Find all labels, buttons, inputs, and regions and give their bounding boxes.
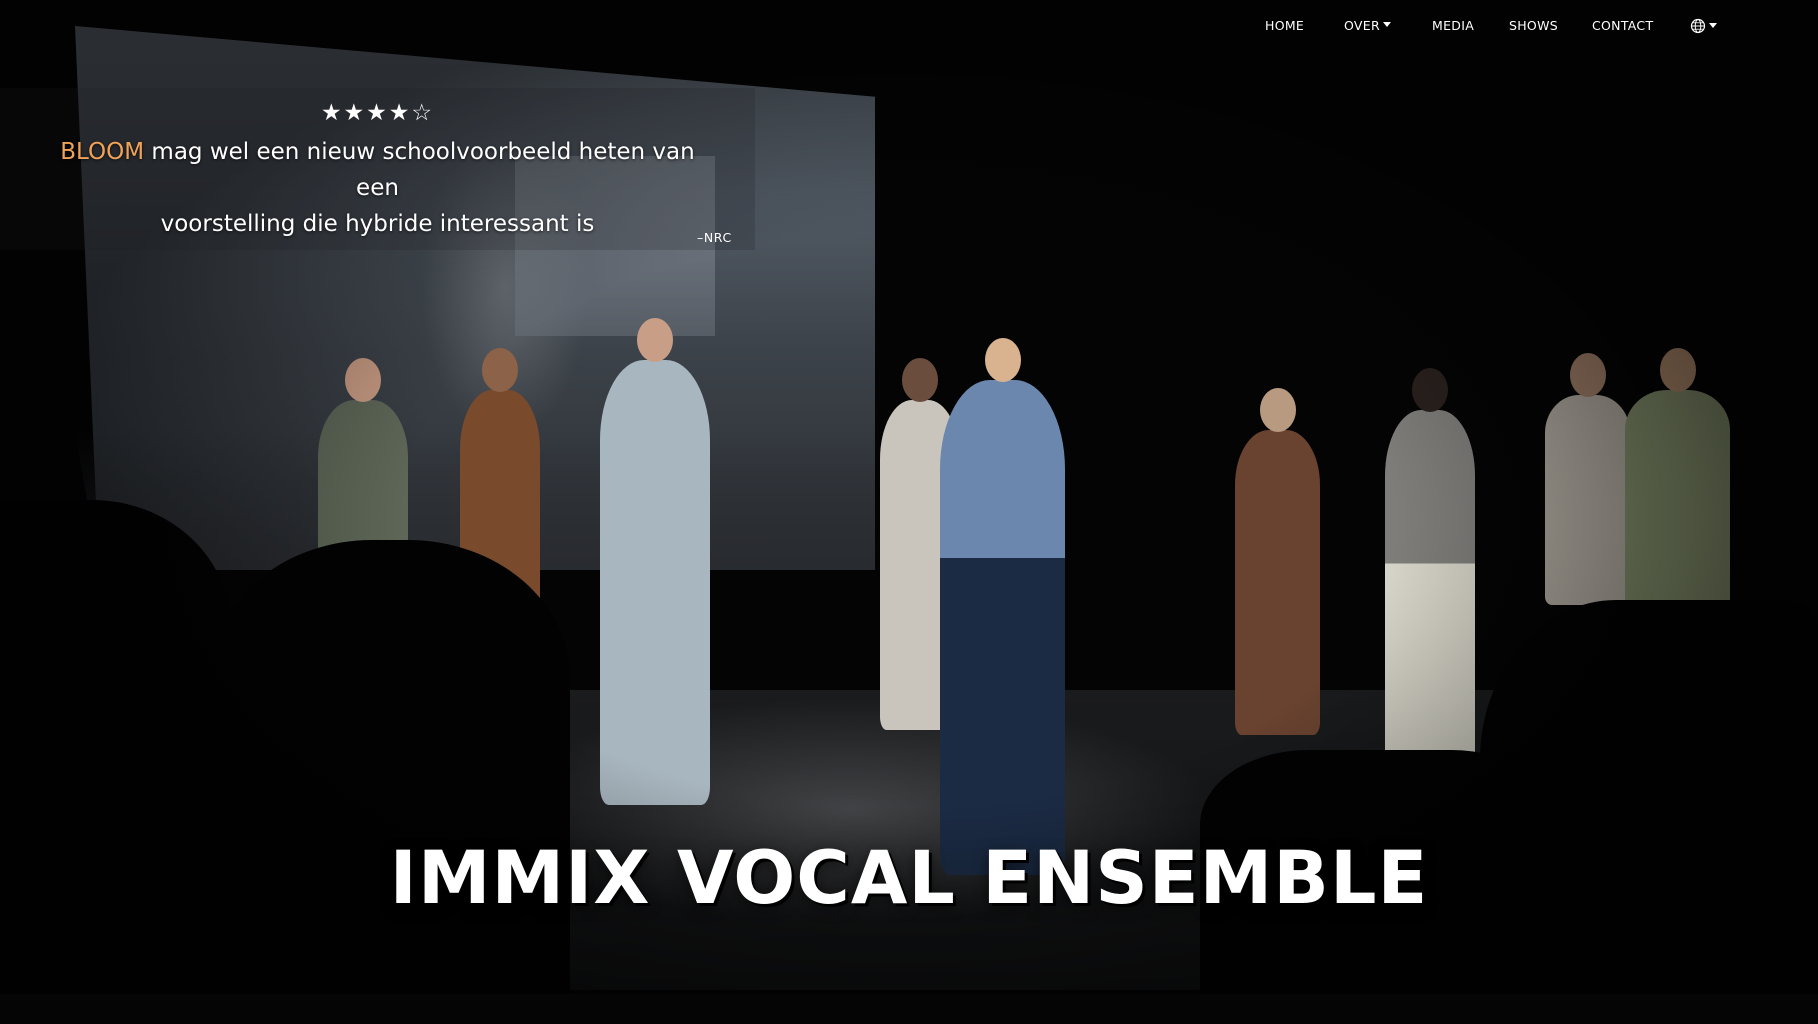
page-title: IMMIX VOCAL ENSEMBLE xyxy=(389,836,1429,921)
nav-shows[interactable]: SHOWS xyxy=(1509,18,1558,33)
bottom-bar xyxy=(0,994,1818,1024)
audience-silhouette xyxy=(1480,600,1818,994)
quote-brand: BLOOM xyxy=(60,139,145,165)
performer xyxy=(600,318,710,805)
quote-source: –NRC xyxy=(697,230,732,245)
review-quote: ★★★★☆ BLOOM mag wel een nieuw schoolvoor… xyxy=(0,88,755,250)
performer xyxy=(1235,388,1320,735)
nav-over-label: OVER xyxy=(1344,18,1380,33)
nav-contact[interactable]: CONTACT xyxy=(1592,18,1653,33)
quote-line-1: mag wel een nieuw schoolvoorbeeld heten … xyxy=(144,139,695,201)
globe-icon xyxy=(1690,18,1706,34)
performer xyxy=(1545,353,1630,605)
main-nav: HOME OVER MEDIA SHOWS CONTACT xyxy=(0,14,1818,38)
performer xyxy=(1625,348,1730,610)
nav-media[interactable]: MEDIA xyxy=(1432,18,1474,33)
performer xyxy=(940,338,1065,875)
rating-stars: ★★★★☆ xyxy=(320,100,435,126)
audience-silhouette xyxy=(210,540,570,994)
quote-text: BLOOM mag wel een nieuw schoolvoorbeeld … xyxy=(40,134,715,242)
chevron-down-icon xyxy=(1709,23,1717,28)
quote-line-2: voorstelling die hybride interessant is xyxy=(160,211,595,237)
language-selector[interactable] xyxy=(1690,18,1717,34)
hero-section: ★★★★☆ BLOOM mag wel een nieuw schoolvoor… xyxy=(0,0,1818,994)
performer xyxy=(1385,368,1475,775)
chevron-down-icon xyxy=(1382,22,1391,27)
nav-over[interactable]: OVER xyxy=(1344,18,1391,33)
nav-home[interactable]: HOME xyxy=(1265,18,1304,33)
